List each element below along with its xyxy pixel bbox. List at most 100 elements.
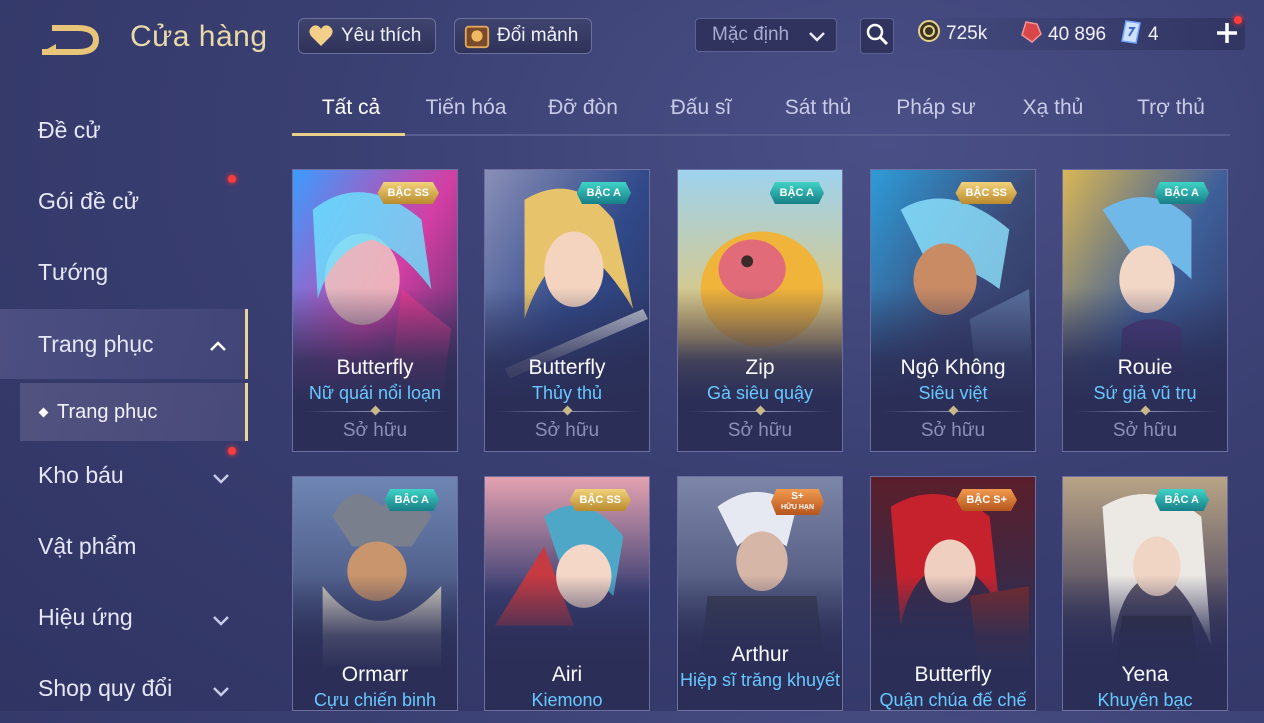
exchange-label: Đổi mảnh bbox=[497, 25, 579, 46]
ruby-icon bbox=[1020, 20, 1042, 50]
card-divider bbox=[1075, 405, 1217, 416]
hero-name: Yena bbox=[1121, 663, 1169, 686]
notification-dot bbox=[228, 447, 236, 455]
sidebar-item-heroes[interactable]: Tướng bbox=[0, 237, 248, 307]
sidebar-item-featured[interactable]: Đề cử bbox=[0, 95, 248, 165]
chevron-up-icon bbox=[209, 335, 227, 353]
hero-name: Ormarr bbox=[341, 663, 409, 686]
hero-name: Airi bbox=[551, 663, 583, 686]
tab-label: Sát thủ bbox=[784, 96, 852, 119]
tab-evolution[interactable]: Tiến hóa bbox=[407, 96, 525, 120]
gold-balance: 725k bbox=[918, 20, 987, 48]
tab-marksman[interactable]: Xạ thủ bbox=[994, 96, 1112, 120]
tab-support[interactable]: Trợ thủ bbox=[1112, 96, 1230, 120]
shard-chest-icon bbox=[463, 22, 491, 50]
skin-card[interactable]: BẬC A Butterfly Thủy thủ Sở hữu bbox=[484, 169, 650, 452]
skin-card[interactable]: BẬC A Yena Khuyên bạc bbox=[1062, 476, 1228, 711]
sidebar-item-exchange-shop[interactable]: Shop quy đổi bbox=[0, 653, 248, 723]
notification-dot bbox=[228, 175, 236, 183]
skin-name: Cựu chiến binh bbox=[313, 690, 437, 710]
voucher-amount: 4 bbox=[1148, 24, 1159, 45]
rank-badge: BẬC A bbox=[576, 182, 631, 204]
skin-name: Siêu việt bbox=[918, 383, 988, 403]
gold-coin-icon bbox=[918, 20, 940, 48]
rank-badge: BẬC S+ bbox=[956, 489, 1017, 511]
sidebar-item-effects[interactable]: Hiệu ứng bbox=[0, 582, 248, 652]
chevron-down-icon bbox=[212, 466, 230, 484]
sidebar-item-label: Kho báu bbox=[38, 461, 124, 488]
chevron-down-icon bbox=[212, 679, 230, 697]
active-tab-indicator bbox=[292, 133, 405, 136]
hero-name: Butterfly bbox=[336, 356, 414, 379]
sidebar-item-label: Gói đề cử bbox=[38, 187, 140, 214]
rank-badge: BẬC SS bbox=[569, 489, 631, 511]
skin-card[interactable]: BẬC A Ormarr Cựu chiến binh bbox=[292, 476, 458, 711]
search-icon bbox=[865, 22, 889, 51]
skin-name: Nữ quái nổi loạn bbox=[308, 383, 442, 403]
favorites-label: Yêu thích bbox=[341, 25, 422, 46]
skin-card[interactable]: BẬC SS Ngộ Không Siêu việt Sở hữu bbox=[870, 169, 1036, 452]
tab-label: Tất cả bbox=[321, 96, 381, 119]
hero-name: Zip bbox=[745, 356, 775, 379]
skin-card[interactable]: BẬC S+ Butterfly Quận chúa đế chế bbox=[870, 476, 1036, 711]
skin-name: Quận chúa đế chế bbox=[879, 690, 1027, 710]
heart-icon bbox=[307, 22, 335, 50]
skin-card[interactable]: BẬC A Zip Gà siêu quậy Sở hữu bbox=[677, 169, 843, 452]
ruby-balance: 40 896 bbox=[1020, 20, 1106, 50]
tab-all[interactable]: Tất cả bbox=[292, 96, 410, 120]
limited-label: HỮU HẠN bbox=[780, 504, 814, 511]
skin-name: Khuyên bạc bbox=[1097, 690, 1193, 710]
rank-badge: BẬC SS bbox=[955, 182, 1017, 204]
tab-assassin[interactable]: Sát thủ bbox=[759, 96, 877, 120]
sort-value: Mặc định bbox=[712, 24, 790, 45]
skin-name: Kiemono bbox=[531, 690, 603, 710]
owned-status: Sở hữu bbox=[534, 420, 600, 441]
tab-label: Đỡ đòn bbox=[548, 96, 618, 119]
rank-badge: BẬC A bbox=[1154, 489, 1209, 511]
sidebar-item-label: Tướng bbox=[38, 258, 109, 285]
search-button[interactable] bbox=[860, 18, 894, 54]
owned-status: Sở hữu bbox=[920, 420, 986, 441]
rank-badge: S+ HỮU HẠN bbox=[770, 489, 824, 515]
rank-badge: BẬC A bbox=[769, 182, 824, 204]
sidebar-item-skins[interactable]: Trang phục bbox=[0, 309, 248, 379]
tab-fighter[interactable]: Đấu sĩ bbox=[642, 96, 760, 120]
notification-dot bbox=[1234, 16, 1242, 24]
gold-amount: 725k bbox=[946, 23, 988, 44]
rank-label: S+ bbox=[791, 491, 804, 502]
tab-mage[interactable]: Pháp sư bbox=[877, 96, 995, 120]
tab-tank[interactable]: Đỡ đòn bbox=[524, 96, 642, 120]
sort-dropdown[interactable]: Mặc định bbox=[695, 18, 837, 52]
tab-label: Đấu sĩ bbox=[670, 96, 732, 119]
skin-card[interactable]: BẬC SS Airi Kiemono bbox=[484, 476, 650, 711]
skin-name: Thủy thủ bbox=[531, 383, 603, 403]
tab-label: Tiến hóa bbox=[425, 96, 507, 119]
sidebar-item-items[interactable]: Vật phẩm bbox=[0, 511, 248, 581]
sidebar: Đề cử Gói đề cử Tướng Trang phục Trang p… bbox=[0, 95, 250, 711]
bullet-icon bbox=[38, 407, 49, 417]
sidebar-item-label: Shop quy đổi bbox=[38, 674, 173, 701]
owned-status: Sở hữu bbox=[1112, 420, 1178, 441]
skin-card[interactable]: S+ HỮU HẠN Arthur Hiệp sĩ trăng khuyết bbox=[677, 476, 843, 711]
card-divider bbox=[690, 405, 832, 416]
sidebar-item-label: Trang phục bbox=[38, 330, 154, 357]
sidebar-item-label: Trang phục bbox=[57, 400, 158, 423]
hero-name: Ngộ Không bbox=[900, 356, 1006, 379]
sidebar-item-treasure[interactable]: Kho báu bbox=[0, 440, 248, 510]
sidebar-subitem-skins[interactable]: Trang phục bbox=[20, 383, 248, 441]
voucher-balance: 4 bbox=[1120, 20, 1159, 50]
exchange-shards-button[interactable]: Đổi mảnh bbox=[454, 18, 592, 54]
skin-name: Hiệp sĩ trăng khuyết bbox=[679, 670, 841, 690]
skin-card[interactable]: BẬC SS Butterfly Nữ quái nổi loạn Sở hữu bbox=[292, 169, 458, 452]
hero-name: Rouie bbox=[1117, 356, 1173, 379]
sidebar-item-featured-packs[interactable]: Gói đề cử bbox=[0, 166, 248, 236]
back-icon[interactable] bbox=[38, 22, 102, 58]
role-tabs: Tất cả Tiến hóa Đỡ đòn Đấu sĩ Sát thủ Ph… bbox=[292, 92, 1230, 136]
ruby-amount: 40 896 bbox=[1048, 24, 1107, 45]
tab-label: Pháp sư bbox=[896, 96, 976, 119]
skin-card[interactable]: BẬC A Rouie Sứ giả vũ trụ Sở hữu bbox=[1062, 169, 1228, 452]
page-title: Cửa hàng bbox=[130, 20, 268, 53]
favorites-button[interactable]: Yêu thích bbox=[298, 18, 436, 54]
skin-name: Sứ giả vũ trụ bbox=[1093, 383, 1197, 403]
chevron-down-icon bbox=[808, 27, 826, 45]
